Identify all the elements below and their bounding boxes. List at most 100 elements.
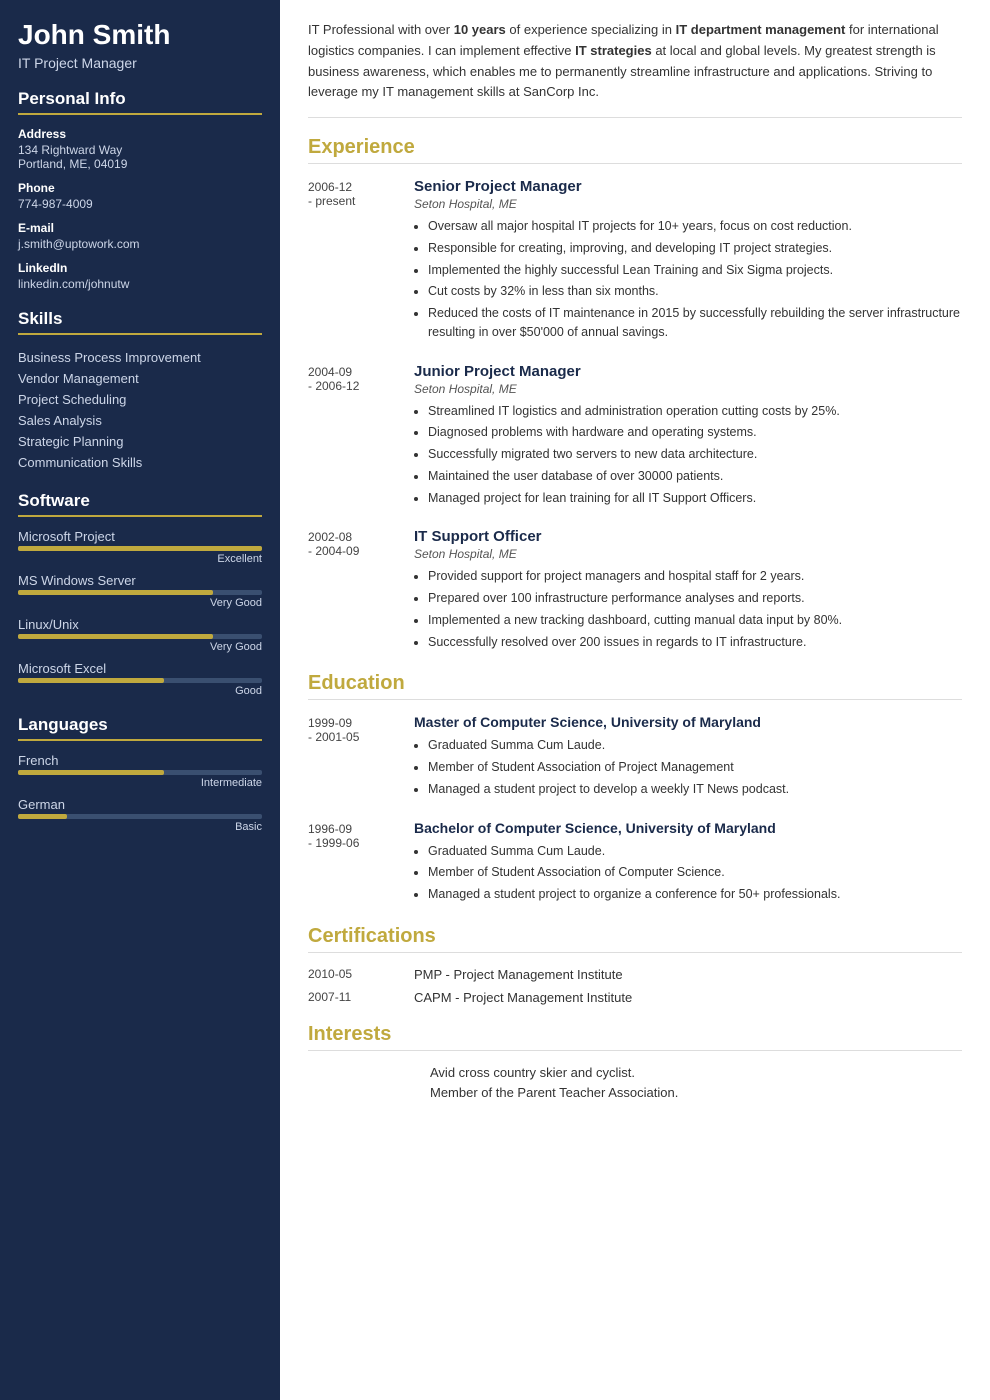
languages-heading: Languages <box>18 715 262 741</box>
skill-item: Strategic Planning <box>18 431 262 452</box>
edu-entry-bullet: Member of Student Association of Project… <box>428 758 962 777</box>
software-list: Microsoft ProjectExcellent MS Windows Ser… <box>18 529 262 697</box>
interests-list: Avid cross country skier and cyclist. Mem… <box>308 1065 962 1105</box>
skill-item: Sales Analysis <box>18 410 262 431</box>
software-bar-fill <box>18 590 213 595</box>
certifications-section: Certifications 2010-05PMP - Project Mana… <box>308 925 962 1005</box>
edu-entry-content: Bachelor of Computer Science, University… <box>414 820 962 907</box>
software-bar-fill <box>18 634 213 639</box>
edu-entry-degree: Master of Computer Science, University o… <box>414 714 962 730</box>
edu-entry-date: 1996-09 - 1999-06 <box>308 820 398 907</box>
certification-row: 2007-11CAPM - Project Management Institu… <box>308 990 962 1005</box>
edu-entry-bullet: Graduated Summa Cum Laude. <box>428 842 962 861</box>
experience-heading: Experience <box>308 136 962 164</box>
edu-entry-bullet: Graduated Summa Cum Laude. <box>428 736 962 755</box>
entry-job-title: Senior Project Manager <box>414 178 962 195</box>
entry-date: 2004-09 - 2006-12 <box>308 363 398 511</box>
education-section: Education 1999-09 - 2001-05Master of Com… <box>308 672 962 907</box>
sidebar-title: IT Project Manager <box>18 55 262 71</box>
entry-bullet: Maintained the user database of over 300… <box>428 467 962 486</box>
linkedin-value: linkedin.com/johnutw <box>18 277 262 291</box>
language-bar-level: Intermediate <box>18 777 262 789</box>
software-bar-container <box>18 590 262 595</box>
software-bar-level: Good <box>18 685 262 697</box>
personal-info-heading: Personal Info <box>18 89 262 115</box>
address-line1: 134 Rightward Way <box>18 143 262 157</box>
interests-content: Avid cross country skier and cyclist. Mem… <box>430 1065 678 1105</box>
entry-bullet: Diagnosed problems with hardware and ope… <box>428 423 962 442</box>
experience-section: Experience 2006-12 - presentSenior Proje… <box>308 136 962 654</box>
experience-entry: 2004-09 - 2006-12Junior Project ManagerS… <box>308 363 962 511</box>
entry-bullet: Responsible for creating, improving, and… <box>428 239 962 258</box>
skill-item: Vendor Management <box>18 368 262 389</box>
experience-entry: 2006-12 - presentSenior Project ManagerS… <box>308 178 962 345</box>
sidebar: John Smith IT Project Manager Personal I… <box>0 0 280 1400</box>
language-item-label: German <box>18 797 262 812</box>
edu-entry-date: 1999-09 - 2001-05 <box>308 714 398 801</box>
languages-list: FrenchIntermediateGermanBasic <box>18 753 262 833</box>
entry-org: Seton Hospital, ME <box>414 547 962 561</box>
certifications-heading: Certifications <box>308 925 962 953</box>
software-bar-level: Very Good <box>18 597 262 609</box>
email-label: E-mail <box>18 221 262 235</box>
software-bar-level: Very Good <box>18 641 262 653</box>
entry-bullet: Oversaw all major hospital IT projects f… <box>428 217 962 236</box>
software-item-label: Linux/Unix <box>18 617 262 632</box>
entry-job-title: IT Support Officer <box>414 528 962 545</box>
email-value: j.smith@uptowork.com <box>18 237 262 251</box>
edu-entry-content: Master of Computer Science, University o… <box>414 714 962 801</box>
language-bar-container <box>18 814 262 819</box>
edu-entry-bullets: Graduated Summa Cum Laude. Member of Stud… <box>414 736 962 798</box>
phone-label: Phone <box>18 181 262 195</box>
entry-bullet: Implemented a new tracking dashboard, cu… <box>428 611 962 630</box>
software-item-label: Microsoft Excel <box>18 661 262 676</box>
language-bar-level: Basic <box>18 821 262 833</box>
interest-item: Avid cross country skier and cyclist. <box>430 1065 678 1080</box>
entry-content: Junior Project ManagerSeton Hospital, ME… <box>414 363 962 511</box>
entry-job-title: Junior Project Manager <box>414 363 962 380</box>
software-item-label: MS Windows Server <box>18 573 262 588</box>
language-bar-container <box>18 770 262 775</box>
software-bar-container <box>18 546 262 551</box>
address-line2: Portland, ME, 04019 <box>18 157 262 171</box>
phone-value: 774-987-4009 <box>18 197 262 211</box>
software-item: Microsoft ProjectExcellent <box>18 529 262 565</box>
cert-date: 2010-05 <box>308 967 398 982</box>
education-entries: 1999-09 - 2001-05 Master of Computer Scie… <box>308 714 962 907</box>
experience-entries: 2006-12 - presentSenior Project ManagerS… <box>308 178 962 654</box>
entry-bullet: Streamlined IT logistics and administrat… <box>428 402 962 421</box>
entry-bullet: Successfully resolved over 200 issues in… <box>428 633 962 652</box>
skill-item: Communication Skills <box>18 452 262 473</box>
education-entry: 1996-09 - 1999-06Bachelor of Computer Sc… <box>308 820 962 907</box>
skill-item: Business Process Improvement <box>18 347 262 368</box>
sidebar-name: John Smith <box>18 20 262 51</box>
certifications-list: 2010-05PMP - Project Management Institut… <box>308 967 962 1005</box>
edu-entry-bullet: Managed a student project to organize a … <box>428 885 962 904</box>
entry-date: 2006-12 - present <box>308 178 398 345</box>
skills-heading: Skills <box>18 309 262 335</box>
entry-bullet: Implemented the highly successful Lean T… <box>428 261 962 280</box>
entry-content: Senior Project Manager Seton Hospital, ME… <box>414 178 962 345</box>
entry-org: Seton Hospital, ME <box>414 197 962 211</box>
software-item: MS Windows Server Very Good <box>18 573 262 609</box>
address-label: Address <box>18 127 262 141</box>
interests-entry: Avid cross country skier and cyclist. Mem… <box>308 1065 962 1105</box>
language-bar-fill <box>18 770 164 775</box>
entry-bullets: Oversaw all major hospital IT projects f… <box>414 217 962 342</box>
software-bar-container <box>18 678 262 683</box>
language-item: German Basic <box>18 797 262 833</box>
software-bar-fill <box>18 546 262 551</box>
edu-entry-bullets: Graduated Summa Cum Laude.Member of Stud… <box>414 842 962 904</box>
entry-bullet: Provided support for project managers an… <box>428 567 962 586</box>
certification-row: 2010-05PMP - Project Management Institut… <box>308 967 962 982</box>
skill-item: Project Scheduling <box>18 389 262 410</box>
entry-date: 2002-08 - 2004-09 <box>308 528 398 654</box>
interest-item: Member of the Parent Teacher Association… <box>430 1085 678 1100</box>
interests-heading: Interests <box>308 1023 962 1051</box>
entry-bullet: Reduced the costs of IT maintenance in 2… <box>428 304 962 342</box>
entry-bullet: Cut costs by 32% in less than six months… <box>428 282 962 301</box>
edu-entry-bullet: Managed a student project to develop a w… <box>428 780 962 799</box>
software-item: Linux/Unix Very Good <box>18 617 262 653</box>
interests-section: Interests Avid cross country skier and c… <box>308 1023 962 1105</box>
cert-date: 2007-11 <box>308 990 398 1005</box>
